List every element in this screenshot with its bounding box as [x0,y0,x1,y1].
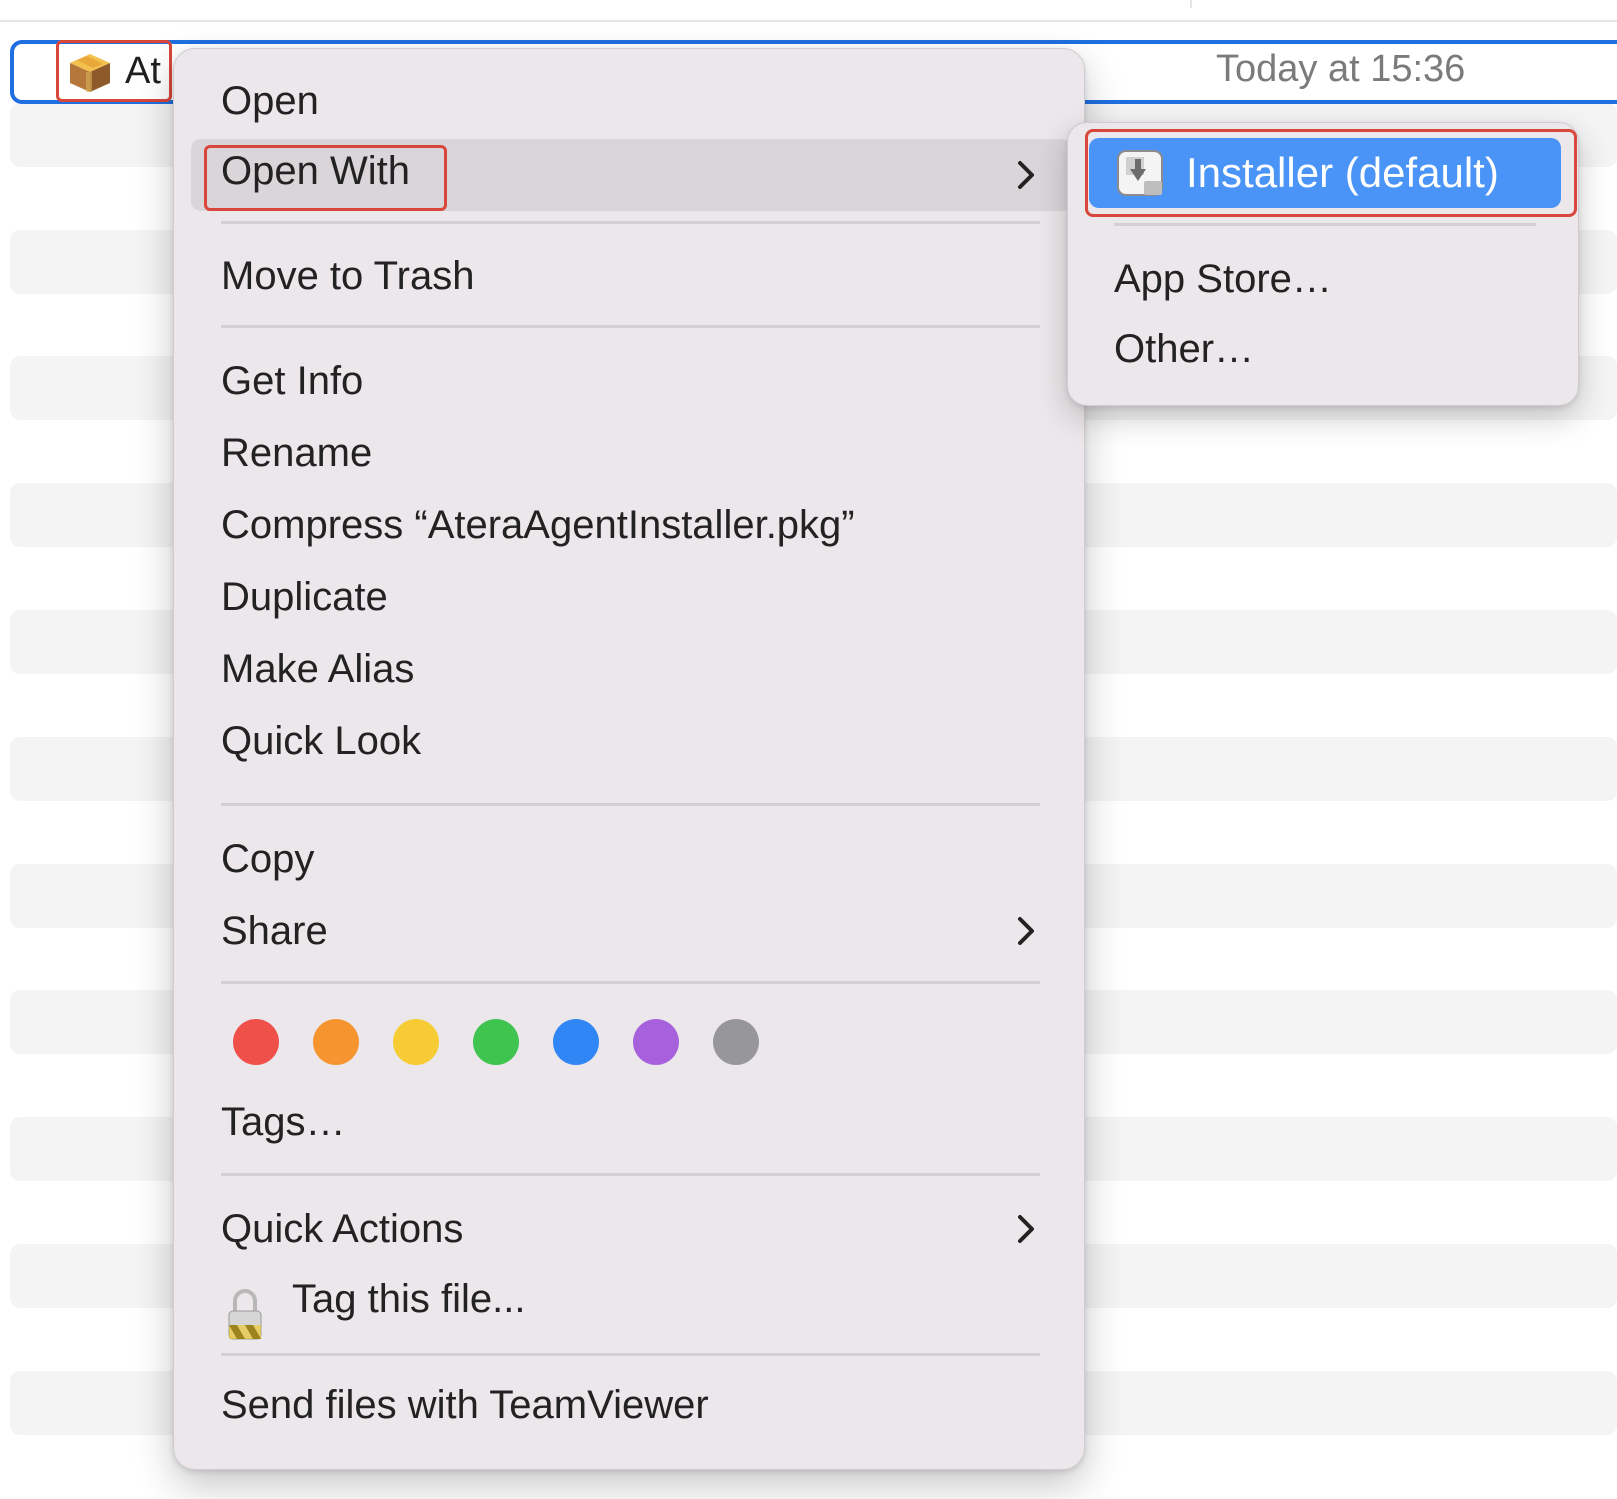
context-menu: Open Open With Move to Trash Get Info Re… [173,48,1085,1470]
menu-item-open[interactable]: Open [221,73,319,129]
menu-item-share[interactable]: Share [221,903,328,959]
package-icon [70,54,110,92]
menu-item-tag-this-file[interactable]: Tag this file... [292,1271,525,1327]
menu-item-get-info[interactable]: Get Info [221,353,363,409]
menu-item-tags[interactable]: Tags… [221,1094,346,1150]
menu-item-move-to-trash[interactable]: Move to Trash [221,248,474,304]
menu-item-quick-look[interactable]: Quick Look [221,713,421,769]
menu-separator [221,1353,1040,1356]
menu-separator [221,981,1040,984]
menu-item-make-alias[interactable]: Make Alias [221,641,414,697]
submenu-item-app-store[interactable]: App Store… [1114,251,1332,307]
menu-item-send-teamviewer[interactable]: Send files with TeamViewer [221,1377,709,1433]
tag-red[interactable] [233,1019,279,1065]
menu-item-compress[interactable]: Compress “AteraAgentInstaller.pkg” [221,497,855,553]
open-with-submenu: Installer (default) App Store… Other… [1067,122,1579,406]
tag-colors [233,1019,759,1065]
chevron-right-icon [1018,161,1034,189]
menu-item-duplicate[interactable]: Duplicate [221,569,388,625]
header-divider [0,20,1617,22]
tag-purple[interactable] [633,1019,679,1065]
submenu-item-installer-default[interactable]: Installer (default) [1186,145,1499,201]
menu-separator [221,325,1040,328]
tag-gray[interactable] [713,1019,759,1065]
annotation-box [204,145,447,211]
column-divider [1190,0,1192,8]
menu-item-quick-actions[interactable]: Quick Actions [221,1201,463,1257]
menu-separator [221,1173,1040,1176]
chevron-right-icon [1018,917,1034,945]
submenu-item-other[interactable]: Other… [1114,321,1254,377]
menu-separator [221,221,1040,224]
date-modified: Today at 15:36 [1216,48,1466,90]
tag-orange[interactable] [313,1019,359,1065]
finder-window: Today at 15:36 At Open Open With Move to… [0,0,1617,1499]
tag-green[interactable] [473,1019,519,1065]
menu-separator [1114,223,1536,226]
file-name-cell[interactable]: At [56,40,172,102]
menu-separator [221,803,1040,806]
menu-item-copy[interactable]: Copy [221,831,314,887]
menu-item-rename[interactable]: Rename [221,425,372,481]
file-name: At [125,49,161,92]
lock-icon [228,1289,262,1340]
chevron-right-icon [1018,1215,1034,1243]
tag-blue[interactable] [553,1019,599,1065]
tag-yellow[interactable] [393,1019,439,1065]
installer-icon [1117,150,1163,196]
